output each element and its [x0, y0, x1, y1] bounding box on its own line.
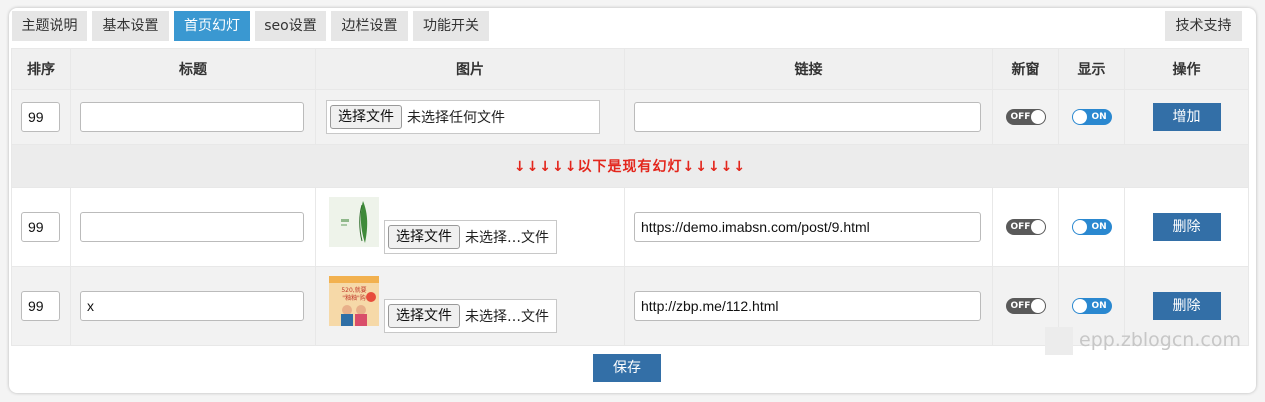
- divider-row: ↓↓↓↓↓以下是现有幻灯↓↓↓↓↓: [11, 144, 1249, 188]
- column-header-display: 显示: [1058, 48, 1125, 90]
- file-picker: 选择文件 未选择任何文件: [326, 100, 600, 134]
- new-window-toggle[interactable]: OFF: [1005, 109, 1046, 125]
- toggle-state-label: OFF: [1010, 222, 1031, 232]
- toggle-knob: [1030, 299, 1045, 313]
- choose-file-button[interactable]: 选择文件: [388, 225, 460, 249]
- tab-tech-support[interactable]: 技术支持: [1165, 11, 1242, 41]
- file-status-label: 未选择…文件: [465, 309, 549, 325]
- link-input[interactable]: [634, 291, 981, 321]
- title-input[interactable]: [80, 291, 304, 321]
- tab-theme-intro[interactable]: 主题说明: [12, 11, 87, 41]
- toggle-state-label: OFF: [1010, 112, 1031, 122]
- slide-thumbnail-image: [329, 197, 379, 247]
- existing-slides-divider: ↓↓↓↓↓以下是现有幻灯↓↓↓↓↓: [11, 144, 1249, 188]
- delete-button[interactable]: 删除: [1152, 213, 1221, 241]
- toggle-knob: [1030, 110, 1045, 124]
- image-cell: 选择文件 未选择…文件: [316, 188, 624, 266]
- file-picker: 选择文件 未选择…文件: [384, 299, 557, 333]
- column-header-new-window: 新窗: [992, 48, 1059, 90]
- settings-panel: 主题说明 基本设置 首页幻灯 seo设置 边栏设置 功能开关 技术支持 排序 标…: [9, 8, 1256, 393]
- toggle-state-label: ON: [1091, 301, 1107, 311]
- toggle-state-label: OFF: [1010, 301, 1031, 311]
- tab-basic-settings[interactable]: 基本设置: [92, 11, 169, 41]
- order-input[interactable]: [21, 212, 60, 242]
- slides-table: 排序 标题 图片 链接 新窗 显示 操作 选择文件 未选择任何文件 OFF: [11, 48, 1249, 346]
- add-slide-row: 选择文件 未选择任何文件 OFF ON 增加: [11, 89, 1249, 145]
- watermark-logo-icon: [1045, 326, 1073, 355]
- display-toggle[interactable]: ON: [1071, 298, 1112, 314]
- column-header-action: 操作: [1124, 48, 1249, 90]
- link-input[interactable]: [634, 212, 981, 242]
- tab-sidebar-settings[interactable]: 边栏设置: [331, 11, 408, 41]
- toggle-knob: [1030, 220, 1045, 234]
- tab-bar: 主题说明 基本设置 首页幻灯 seo设置 边栏设置 功能开关 技术支持: [12, 11, 1256, 41]
- watermark-text: epp.zblogcn.com: [1079, 329, 1241, 351]
- link-input[interactable]: [634, 102, 981, 132]
- column-header-order: 排序: [11, 48, 71, 90]
- toggle-knob: [1072, 299, 1087, 313]
- watermark: epp.zblogcn.com: [1045, 325, 1256, 361]
- display-toggle[interactable]: ON: [1071, 109, 1112, 125]
- column-header-link: 链接: [624, 48, 993, 90]
- display-toggle[interactable]: ON: [1071, 219, 1112, 235]
- image-cell: 520,就要 "釉釉"购 选择文件 未选择…文件: [316, 267, 624, 345]
- new-window-toggle[interactable]: OFF: [1005, 298, 1046, 314]
- toggle-knob: [1072, 110, 1087, 124]
- save-button[interactable]: 保存: [593, 354, 661, 382]
- title-input[interactable]: [80, 102, 304, 132]
- column-header-image: 图片: [315, 48, 625, 90]
- file-picker: 选择文件 未选择…文件: [384, 220, 557, 254]
- choose-file-button[interactable]: 选择文件: [388, 304, 460, 328]
- tab-seo-settings[interactable]: seo设置: [255, 11, 326, 41]
- new-window-toggle[interactable]: OFF: [1005, 219, 1046, 235]
- add-button[interactable]: 增加: [1152, 103, 1221, 131]
- toggle-state-label: ON: [1091, 112, 1107, 122]
- column-header-title: 标题: [70, 48, 316, 90]
- title-input[interactable]: [80, 212, 304, 242]
- slide-thumbnail-image: 520,就要 "釉釉"购: [329, 276, 379, 326]
- toggle-state-label: ON: [1091, 222, 1107, 232]
- choose-file-button[interactable]: 选择文件: [330, 105, 402, 129]
- thumbnail-caption: 520,就要: [341, 286, 366, 294]
- toggle-knob: [1072, 220, 1087, 234]
- order-input[interactable]: [21, 291, 60, 321]
- tab-feature-switches[interactable]: 功能开关: [413, 11, 489, 41]
- order-input[interactable]: [21, 102, 60, 132]
- table-header-row: 排序 标题 图片 链接 新窗 显示 操作: [11, 48, 1249, 90]
- delete-button[interactable]: 删除: [1152, 292, 1221, 320]
- tab-homepage-slides[interactable]: 首页幻灯: [174, 11, 250, 41]
- file-status-label: 未选择…文件: [465, 230, 549, 246]
- table-row: 选择文件 未选择…文件 OFF ON 删除: [11, 187, 1249, 267]
- file-status-label: 未选择任何文件: [407, 110, 505, 126]
- thumbnail-caption: "釉釉"购: [342, 294, 366, 302]
